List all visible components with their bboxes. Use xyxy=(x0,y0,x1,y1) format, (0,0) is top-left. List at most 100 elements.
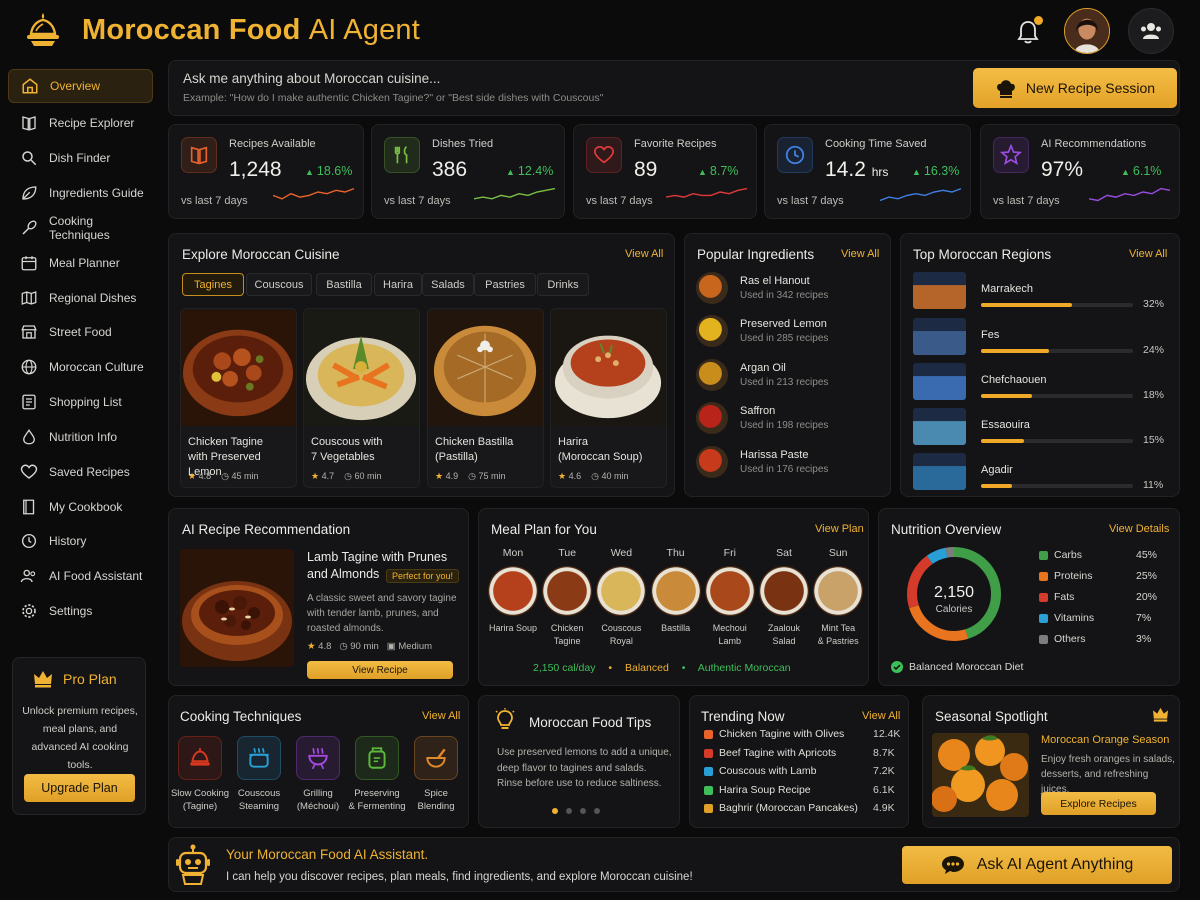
meal-name-line2: Tagine xyxy=(553,636,581,646)
avatar[interactable] xyxy=(1064,8,1110,54)
legend-swatch xyxy=(1039,593,1048,602)
stat-number: 1,248 xyxy=(229,158,282,181)
dish-card[interactable]: Chicken Tagine with Preserved Lemon ★ 4.8 ◷… xyxy=(180,308,297,488)
ai-recommendation-card: AI Recipe Recommendation Lamb Tagine wit… xyxy=(168,508,469,686)
ingredient-name[interactable]: Preserved Lemon xyxy=(740,318,827,330)
storefront-icon xyxy=(21,325,37,339)
regions-view-all[interactable]: View All xyxy=(1129,248,1167,260)
stat-value: 386 xyxy=(432,158,467,182)
region-name[interactable]: Marrakech xyxy=(981,283,1033,295)
legend-name: Proteins xyxy=(1054,570,1093,582)
sidebar-item-cooking-techniques[interactable]: Cooking Techniques xyxy=(8,211,153,245)
sidebar-item-shopping-list[interactable]: Shopping List xyxy=(8,385,153,419)
sidebar-item-dish-finder[interactable]: Dish Finder xyxy=(8,141,153,175)
ingredient-image xyxy=(696,359,728,391)
technique-spice[interactable] xyxy=(414,736,458,780)
notification-button[interactable] xyxy=(1008,12,1048,52)
meal-name-line1: Bastilla xyxy=(661,623,691,633)
region-name[interactable]: Agadir xyxy=(981,464,1013,476)
page-dot[interactable] xyxy=(566,808,572,814)
list-icon xyxy=(22,394,36,410)
sidebar-item-street-food[interactable]: Street Food xyxy=(8,315,153,349)
sidebar-item-my-cookbook[interactable]: My Cookbook xyxy=(8,490,153,524)
crown-icon xyxy=(1153,707,1168,722)
tab-pastries[interactable]: Pastries xyxy=(474,273,536,296)
sidebar-item-history[interactable]: History xyxy=(8,524,153,558)
sidebar-item-settings[interactable]: Settings xyxy=(8,594,153,628)
meal-image[interactable] xyxy=(542,566,593,616)
dish-card[interactable]: Chicken Bastilla (Pastilla) ★ 4.9 ◷ 75 min xyxy=(427,308,544,488)
sparkline-path xyxy=(666,187,748,198)
sidebar-item-moroccan-culture[interactable]: Moroccan Culture xyxy=(8,350,153,384)
ask-ai-agent-button[interactable]: Ask AI Agent Anything xyxy=(902,846,1172,884)
stat-change: ▲ 18.6% xyxy=(305,164,352,178)
tab-couscous[interactable]: Couscous xyxy=(246,273,312,296)
search-example: Example: "How do I make authentic Chicke… xyxy=(183,92,604,104)
tips-pagination[interactable] xyxy=(552,808,600,814)
page-dot[interactable] xyxy=(580,808,586,814)
tab-salads[interactable]: Salads xyxy=(422,273,474,296)
trending-item[interactable]: Couscous with Lamb xyxy=(719,765,816,777)
ingredient-name[interactable]: Ras el Hanout xyxy=(740,275,810,287)
dish-meta: ★ 4.9 ◷ 75 min xyxy=(435,471,505,482)
tab-drinks[interactable]: Drinks xyxy=(537,273,589,296)
explore-recipes-button[interactable]: Explore Recipes xyxy=(1041,792,1156,815)
upgrade-plan-button[interactable]: Upgrade Plan xyxy=(24,774,135,802)
technique-preserving[interactable] xyxy=(355,736,399,780)
users-button[interactable] xyxy=(1128,8,1174,54)
tab-bastilla[interactable]: Bastilla xyxy=(316,273,372,296)
ingredient-name[interactable]: Argan Oil xyxy=(740,362,786,374)
ingredients-view-all[interactable]: View All xyxy=(841,248,879,260)
technique-slow-cooking[interactable] xyxy=(178,736,222,780)
new-recipe-session-button[interactable]: New Recipe Session xyxy=(973,68,1177,108)
ai-rec-dish-line2: and Almonds xyxy=(307,567,380,581)
page-dot[interactable] xyxy=(594,808,600,814)
sidebar-item-saved-recipes[interactable]: Saved Recipes xyxy=(8,455,153,489)
legend-swatch xyxy=(1039,614,1048,623)
page-dot-active[interactable] xyxy=(552,808,558,814)
technique-couscous[interactable] xyxy=(237,736,281,780)
view-plan-link[interactable]: View Plan xyxy=(815,523,864,535)
technique-grilling[interactable] xyxy=(296,736,340,780)
meal-image[interactable] xyxy=(813,566,864,616)
view-details-link[interactable]: View Details xyxy=(1109,523,1169,535)
mortar-icon xyxy=(426,748,446,768)
meal-name: Chicken Tagine xyxy=(536,622,598,648)
meal-image[interactable] xyxy=(759,566,809,616)
sidebar-item-meal-planner[interactable]: Meal Planner xyxy=(8,246,153,280)
sidebar-item-ingredients-guide[interactable]: Ingredients Guide xyxy=(8,176,153,210)
sidebar-item-nutrition-info[interactable]: Nutrition Info xyxy=(8,420,153,454)
trending-item[interactable]: Harira Soup Recipe xyxy=(719,784,811,796)
view-recipe-button[interactable]: View Recipe xyxy=(307,661,453,679)
dish-meta: ★ 4.7 ◷ 60 min xyxy=(311,471,381,482)
dish-name-line2: 7 Vegetables xyxy=(311,451,375,463)
meal-image[interactable] xyxy=(488,566,538,616)
stat-subtext: vs last 7 days xyxy=(384,195,451,207)
tab-harira[interactable]: Harira xyxy=(374,273,422,296)
sidebar-item-regional-dishes[interactable]: Regional Dishes xyxy=(8,281,153,315)
sidebar-item-ai-food-assistant[interactable]: AI Food Assistant xyxy=(8,559,153,593)
region-pct: 18% xyxy=(1143,389,1165,401)
tab-tagines[interactable]: Tagines xyxy=(182,273,244,296)
dish-card[interactable]: Harira (Moroccan Soup) ★ 4.6 ◷ 40 min xyxy=(550,308,667,488)
trending-item[interactable]: Chicken Tagine with Olives xyxy=(719,728,844,740)
trending-item[interactable]: Baghrir (Moroccan Pancakes) xyxy=(719,802,858,814)
region-name[interactable]: Chefchaouen xyxy=(981,374,1046,386)
ask-input[interactable]: Ask me anything about Moroccan cuisine..… xyxy=(168,60,1180,116)
region-name[interactable]: Fes xyxy=(981,329,999,341)
meal-image[interactable] xyxy=(650,566,701,616)
meal-plan-title: Meal Plan for You xyxy=(491,522,597,537)
sidebar-item-recipe-explorer[interactable]: Recipe Explorer xyxy=(8,106,153,140)
trending-item[interactable]: Beef Tagine with Apricots xyxy=(719,747,836,759)
ingredient-name[interactable]: Saffron xyxy=(740,405,775,417)
check-circle-icon xyxy=(891,661,903,673)
dish-card[interactable]: Couscous with 7 Vegetables ★ 4.7 ◷ 60 min xyxy=(303,308,420,488)
meal-name-line2: Royal xyxy=(609,636,633,646)
ingredient-name[interactable]: Harissa Paste xyxy=(740,449,808,461)
sidebar-item-overview[interactable]: Overview xyxy=(8,69,153,103)
meal-image[interactable] xyxy=(704,566,755,616)
region-name[interactable]: Essaouira xyxy=(981,419,1030,431)
trending-view-all[interactable]: View All xyxy=(862,710,900,722)
techniques-view-all[interactable]: View All xyxy=(422,710,460,722)
explore-view-all[interactable]: View All xyxy=(625,248,663,260)
